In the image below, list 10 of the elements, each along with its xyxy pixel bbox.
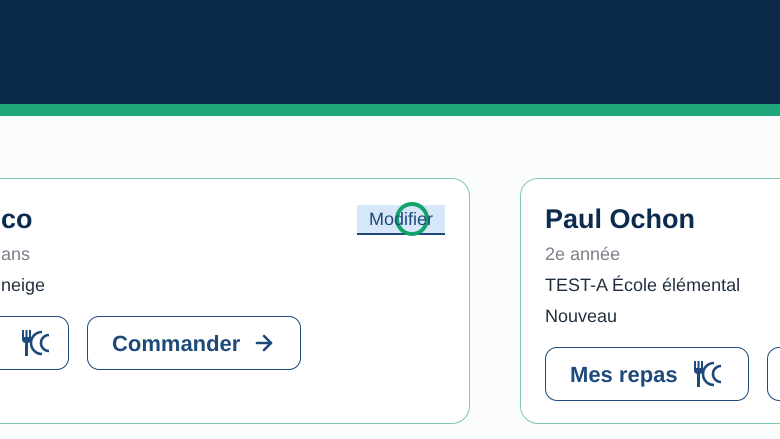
child-detail: neige bbox=[1, 274, 46, 297]
child-detail: Nouveau bbox=[545, 305, 618, 328]
order-button[interactable]: Commander bbox=[87, 316, 302, 370]
child-name: co bbox=[1, 203, 33, 236]
child-detail: ans bbox=[1, 243, 32, 266]
meals-button[interactable] bbox=[0, 316, 69, 370]
child-name: Paul Ochon bbox=[545, 203, 696, 236]
child-detail: TEST-A École élémental bbox=[545, 274, 742, 297]
meals-button[interactable]: Mes repas bbox=[545, 347, 749, 401]
child-detail: 2e année bbox=[545, 243, 622, 266]
